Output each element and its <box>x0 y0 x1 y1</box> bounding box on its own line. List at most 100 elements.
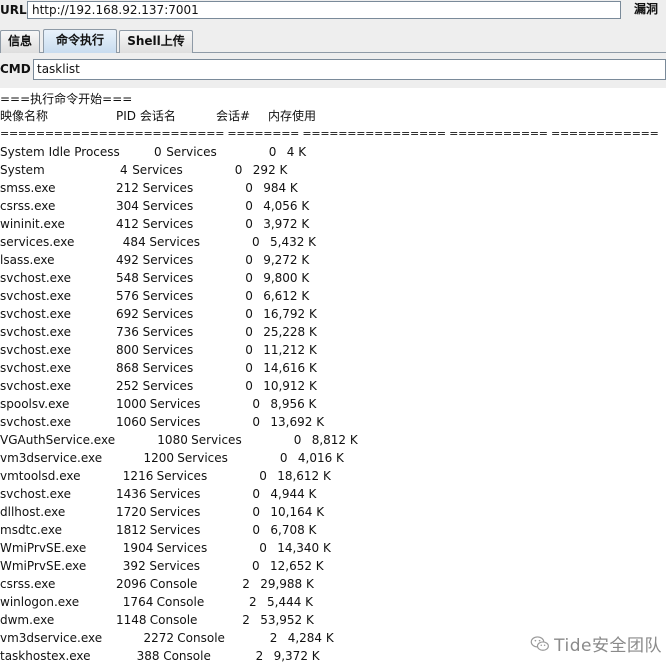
process-session-number: 2 <box>242 577 250 591</box>
process-session-number: 0 <box>252 415 261 429</box>
process-name: taskhostex.exe <box>0 649 91 663</box>
process-session: Services <box>156 541 208 555</box>
process-session-number: 0 <box>245 181 253 195</box>
process-session-number: 0 <box>245 199 253 213</box>
process-session: Services <box>142 199 194 213</box>
process-session-number: 0 <box>252 487 261 501</box>
process-session: Services <box>142 307 194 321</box>
url-input[interactable]: http://192.168.92.137:7001 <box>27 1 621 19</box>
process-session-number: 0 <box>245 361 253 375</box>
url-bar: URL http://192.168.92.137:7001 漏洞 <box>0 0 666 22</box>
tab-info[interactable]: 信息 <box>0 30 40 53</box>
process-pid: 736 <box>116 325 139 339</box>
process-memory: 12,652 K <box>270 559 324 573</box>
process-session-number: 0 <box>279 451 288 465</box>
process-session-number: 0 <box>252 523 261 537</box>
process-session: Services <box>149 235 200 249</box>
process-pid: 800 <box>116 343 139 357</box>
output-area[interactable]: ===执行命令开始=== 映像名称 PID 会话名 会话# 内存使用 =====… <box>0 88 666 664</box>
process-memory: 29,988 K <box>260 577 314 591</box>
cmd-input[interactable]: tasklist <box>33 59 666 80</box>
process-memory: 10,912 K <box>263 379 317 393</box>
process-name: wininit.exe <box>0 217 65 231</box>
process-session: Services <box>142 181 194 195</box>
process-memory: 3,972 K <box>263 217 310 231</box>
process-name: System Idle Process <box>0 145 120 159</box>
process-pid: 692 <box>116 307 139 321</box>
process-name: services.exe <box>0 235 75 249</box>
process-memory: 292 K <box>252 163 288 177</box>
process-pid: 212 <box>116 181 139 195</box>
process-name: svchost.exe <box>0 325 71 339</box>
process-session-number: 0 <box>234 163 243 177</box>
process-name: msdtc.exe <box>0 523 62 537</box>
process-name: dllhost.exe <box>0 505 66 519</box>
tab-command-exec[interactable]: 命令执行 <box>43 29 117 53</box>
process-memory: 5,432 K <box>270 235 317 249</box>
process-session-number: 0 <box>245 217 253 231</box>
process-memory: 8,956 K <box>270 397 317 411</box>
process-session: Console <box>163 649 211 663</box>
process-session: Services <box>142 325 194 339</box>
process-memory: 11,212 K <box>263 343 317 357</box>
watermark: Tide安全团队 <box>530 631 662 656</box>
process-memory: 18,612 K <box>277 469 331 483</box>
process-pid: 1080 <box>157 433 188 447</box>
process-name: System <box>0 163 45 177</box>
process-memory: 4,944 K <box>270 487 317 501</box>
process-pid: 1436 <box>116 487 147 501</box>
process-session-number: 0 <box>245 307 253 321</box>
process-name: svchost.exe <box>0 289 71 303</box>
process-memory: 10,164 K <box>270 505 325 519</box>
process-memory: 9,800 K <box>263 271 310 285</box>
process-session: Services <box>132 163 183 177</box>
process-memory: 9,272 K <box>263 253 310 267</box>
process-pid: 412 <box>116 217 139 231</box>
process-pid: 252 <box>116 379 139 393</box>
process-memory: 25,228 K <box>263 325 317 339</box>
process-pid: 1720 <box>116 505 147 519</box>
process-pid: 1812 <box>116 523 147 537</box>
process-session: Services <box>142 253 194 267</box>
process-session: Console <box>156 595 205 609</box>
process-name: lsass.exe <box>0 253 55 267</box>
process-session: Services <box>142 343 194 357</box>
process-pid: 1216 <box>122 469 154 483</box>
process-memory: 6,708 K <box>270 523 317 537</box>
process-pid: 1764 <box>122 595 154 609</box>
process-session: Services <box>149 487 201 501</box>
process-memory: 8,812 K <box>311 433 358 447</box>
process-memory: 14,616 K <box>263 361 317 375</box>
process-pid: 1000 <box>116 397 147 411</box>
tab-shell-upload[interactable]: Shell上传 <box>119 30 193 53</box>
process-memory: 9,372 K <box>273 649 320 663</box>
url-label: URL <box>0 3 27 17</box>
cmd-label: CMD <box>0 62 31 76</box>
process-pid: 1148 <box>116 613 147 627</box>
process-memory: 4,056 K <box>263 199 310 213</box>
process-pid: 304 <box>116 199 139 213</box>
process-memory: 14,340 K <box>277 541 331 555</box>
process-memory: 984 K <box>263 181 298 195</box>
process-name: svchost.exe <box>0 487 71 501</box>
process-pid: 2272 <box>143 631 175 645</box>
process-session: Services <box>149 505 201 519</box>
process-session-number: 0 <box>259 469 267 483</box>
process-name: winlogon.exe <box>0 595 80 609</box>
process-pid: 576 <box>116 289 139 303</box>
process-memory: 16,792 K <box>263 307 317 321</box>
process-name: vm3dservice.exe <box>0 631 103 645</box>
header-pid-session: PID 会话名 <box>116 109 176 123</box>
process-session: Services <box>149 397 201 411</box>
tab-bar: 信息 命令执行 Shell上传 <box>0 28 666 53</box>
process-pid: 868 <box>116 361 139 375</box>
process-session-number: 0 <box>252 559 260 573</box>
process-session: Console <box>149 577 198 591</box>
output-separator: ========================= ======== =====… <box>0 127 659 140</box>
process-name: svchost.exe <box>0 271 71 285</box>
process-memory: 5,444 K <box>267 595 314 609</box>
process-session: Services <box>142 217 194 231</box>
scan-button[interactable]: 漏洞 <box>630 1 666 20</box>
process-name: csrss.exe <box>0 577 56 591</box>
process-session-number: 0 <box>245 289 253 303</box>
